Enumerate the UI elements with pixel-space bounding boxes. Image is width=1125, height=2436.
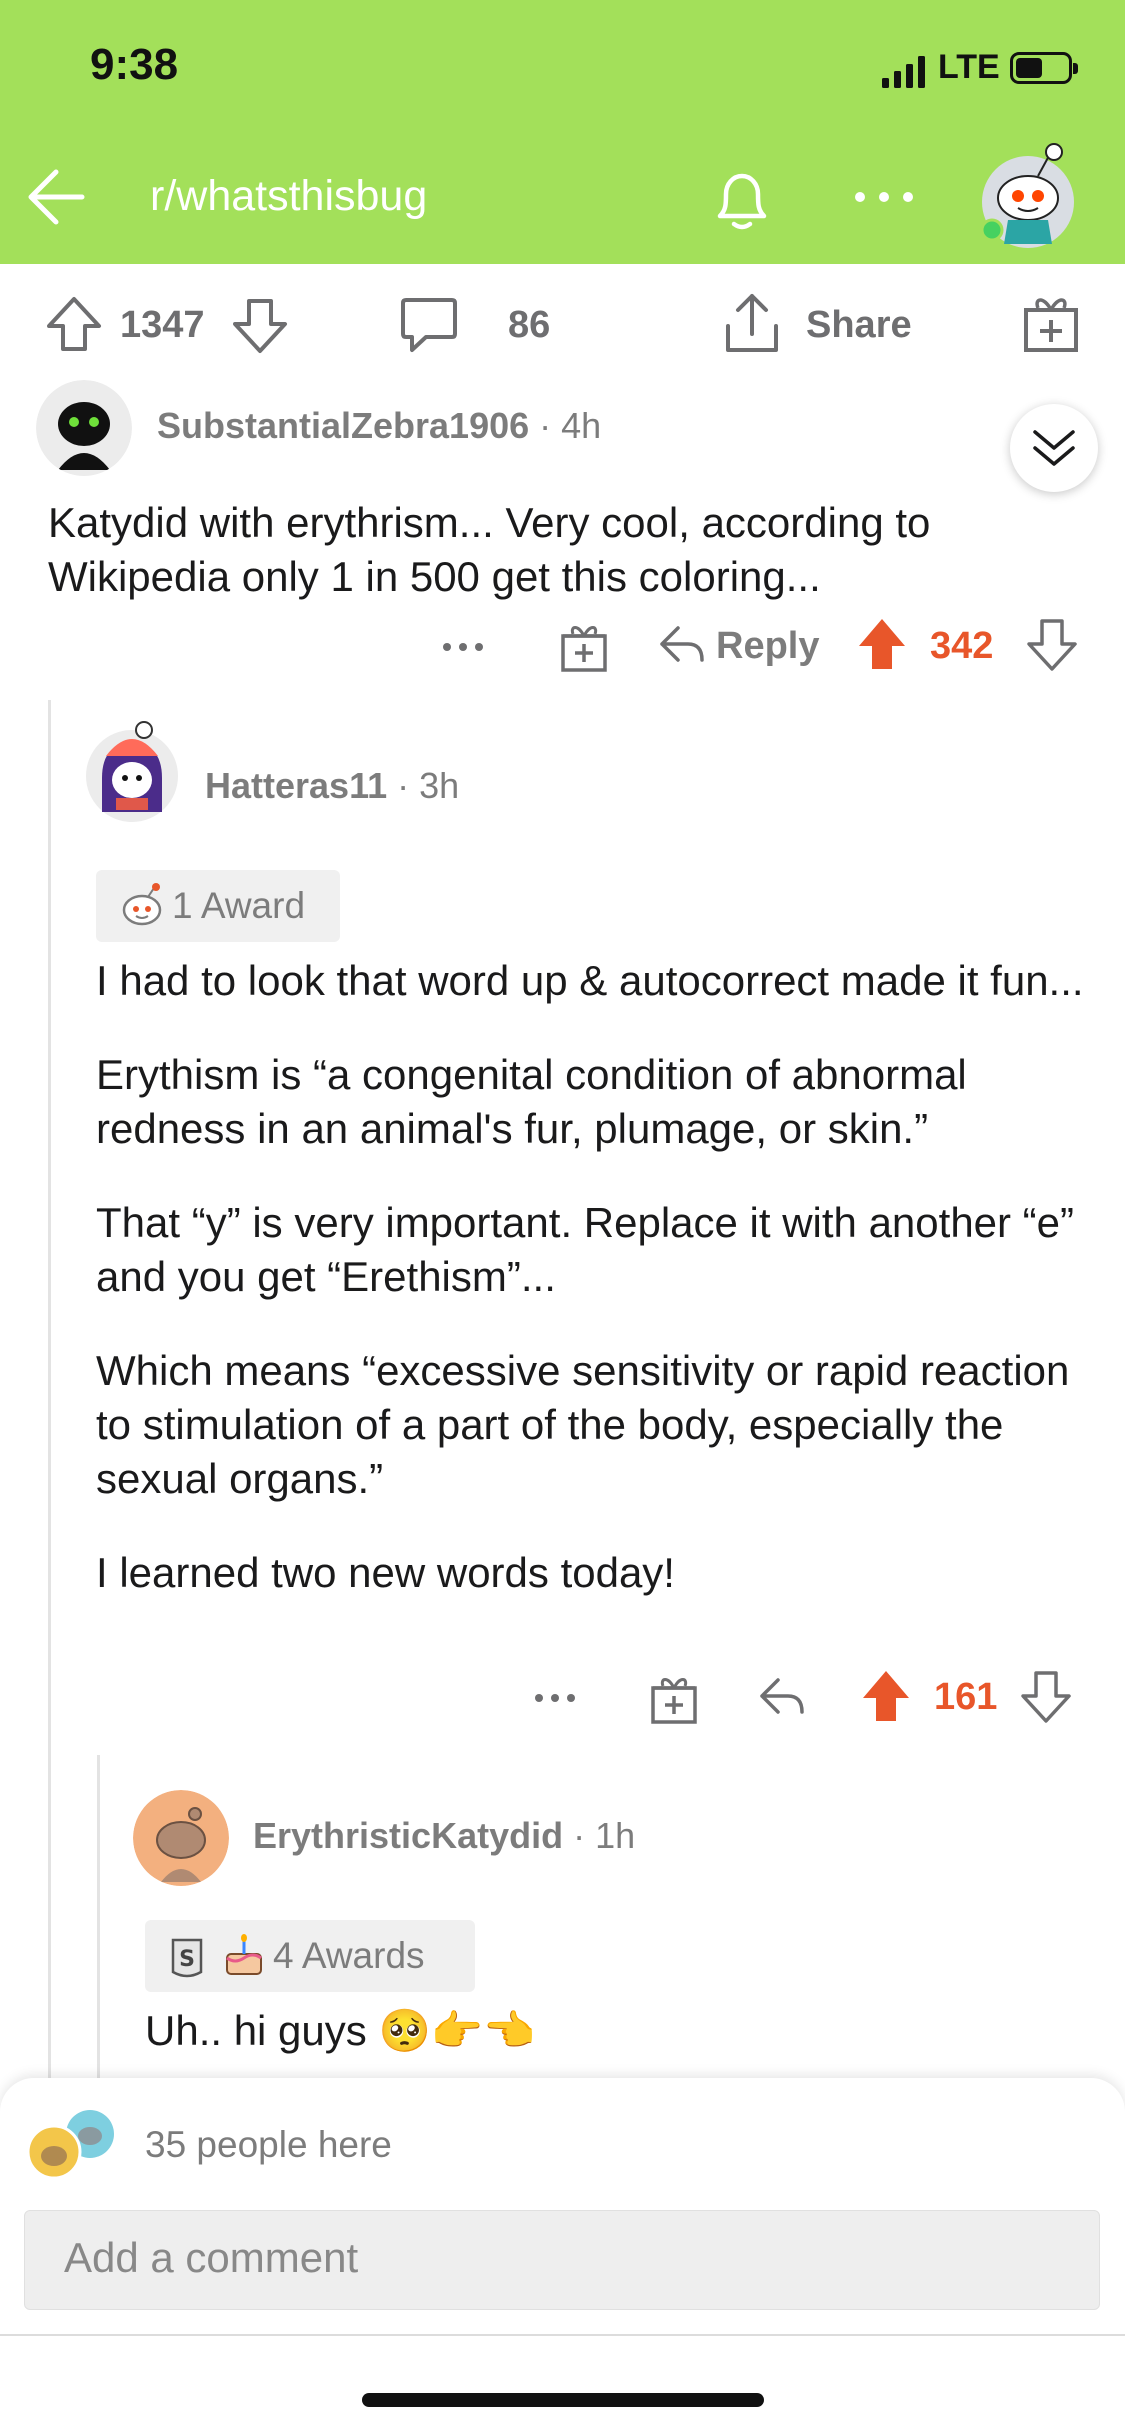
comment-bubble-icon[interactable]	[398, 294, 460, 356]
reply-arrow-icon[interactable]	[756, 1672, 808, 1722]
comment-text: Uh.. hi guys 🥺👉👈	[145, 2007, 536, 2054]
comment-author-avatar[interactable]	[84, 716, 180, 826]
comment-author-avatar[interactable]	[133, 1790, 229, 1886]
gift-award-icon[interactable]	[1020, 290, 1082, 356]
awards-badge[interactable]: 1 Award	[96, 870, 340, 942]
comment-paragraph: Erythism is “a congenital condition of a…	[96, 1051, 967, 1152]
bell-icon[interactable]	[702, 160, 782, 240]
comment-author-avatar[interactable]	[36, 380, 132, 476]
battery-icon	[1010, 52, 1078, 84]
downvote-arrow-icon[interactable]	[1026, 618, 1078, 672]
cellular-signal-icon	[882, 56, 925, 88]
comment-author[interactable]: ErythristicKatydid · 1h	[253, 1815, 635, 1857]
svg-text:S: S	[179, 1947, 195, 1972]
comment-body: Katydid with erythrism... Very cool, acc…	[48, 496, 1088, 604]
network-type: LTE	[938, 48, 1000, 86]
downvote-arrow-icon[interactable]	[230, 296, 290, 356]
comment-paragraph: Which means “excessive sensitivity or ra…	[96, 1347, 1070, 1502]
comment-paragraph: I had to look that word up & autocorrect…	[96, 957, 1084, 1004]
comment-author[interactable]: SubstantialZebra1906 · 4h	[157, 405, 601, 447]
thread-line[interactable]	[48, 700, 51, 2078]
people-here-count: 35 people here	[145, 2124, 392, 2165]
share-label[interactable]: Share	[806, 304, 912, 347]
back-arrow-icon[interactable]	[22, 160, 96, 234]
more-options-icon[interactable]	[852, 182, 916, 212]
comment-username[interactable]: Hatteras11	[205, 765, 387, 806]
awards-badge[interactable]: S 4 Awards	[145, 1920, 475, 1992]
home-indicator[interactable]	[362, 2393, 764, 2407]
reply-button[interactable]: Reply	[716, 625, 819, 668]
status-time: 9:38	[90, 40, 179, 89]
comment-age: · 4h	[539, 405, 602, 446]
comment-award-icon[interactable]	[558, 620, 610, 674]
comment-text: Katydid with erythrism... Very cool, acc…	[48, 499, 931, 600]
comment-score: 161	[934, 1676, 998, 1718]
comment-body: I had to look that word up & autocorrect…	[96, 954, 1096, 1640]
reply-arrow-icon[interactable]	[656, 620, 708, 670]
awards-count: 4 Awards	[273, 1935, 425, 1976]
comment-username[interactable]: SubstantialZebra1906	[157, 405, 529, 446]
downvote-arrow-icon[interactable]	[1020, 1670, 1072, 1724]
share-icon[interactable]	[720, 290, 784, 356]
comment-paragraph: That “y” is very important. Replace it w…	[96, 1199, 1075, 1300]
thread-line-nested[interactable]	[97, 1755, 100, 2078]
comment-age: · 3h	[397, 765, 460, 806]
upvote-arrow-icon[interactable]	[44, 294, 104, 354]
comment-age: · 1h	[573, 1815, 636, 1856]
comment-score: 342	[930, 625, 994, 667]
collapse-thread-button[interactable]	[1010, 404, 1098, 492]
cake-award-icon	[226, 1934, 262, 1975]
subreddit-title[interactable]: r/whatsthisbug	[150, 172, 427, 221]
user-avatar-icon[interactable]	[978, 140, 1078, 248]
comment-body: Uh.. hi guys 🥺👉👈	[145, 2004, 1085, 2058]
comment-author[interactable]: Hatteras11 · 3h	[205, 765, 459, 807]
awards-count: 1 Award	[172, 885, 306, 926]
silver-award-icon: S	[171, 1938, 203, 1978]
comment-username[interactable]: ErythristicKatydid	[253, 1815, 563, 1856]
post-action-bar: 1347 86 Share	[0, 264, 1125, 384]
post-vote-count: 1347	[120, 304, 205, 346]
divider	[0, 2334, 1125, 2336]
double-chevron-down-icon	[1033, 430, 1075, 466]
post-comment-count: 86	[508, 304, 551, 346]
wholesome-award-icon	[122, 883, 162, 926]
upvote-arrow-active-icon[interactable]	[860, 1668, 912, 1724]
app-header: 9:38 LTE r/whatsthisbug	[0, 0, 1125, 264]
comment-more-icon[interactable]	[438, 632, 488, 662]
comment-paragraph: I learned two new words today!	[96, 1549, 675, 1596]
online-users-avatars	[26, 2110, 114, 2180]
upvote-arrow-active-icon[interactable]	[856, 616, 908, 672]
comment-more-icon[interactable]	[530, 1683, 580, 1713]
comment-award-icon[interactable]	[648, 1672, 700, 1726]
add-comment-placeholder[interactable]: Add a comment	[64, 2234, 358, 2282]
